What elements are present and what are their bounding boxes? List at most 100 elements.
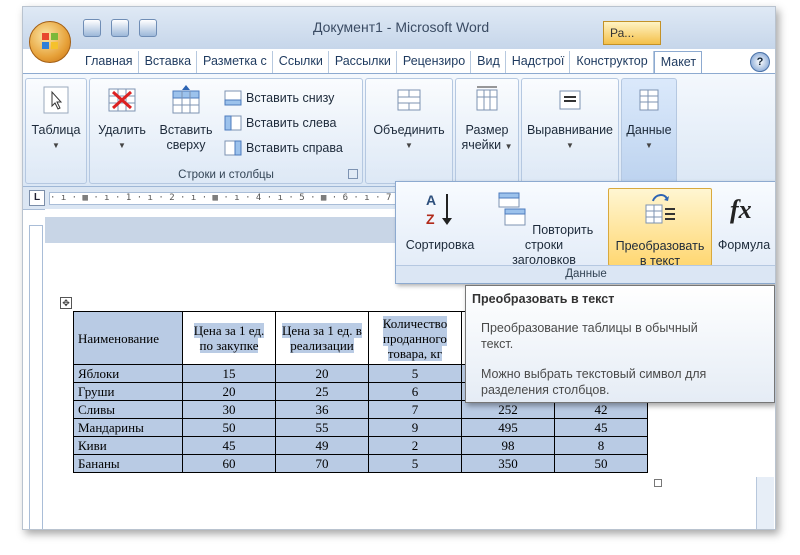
table-cell[interactable]: Груши: [73, 382, 183, 401]
tab-addins[interactable]: Надстрої: [506, 51, 571, 73]
dialog-launcher-icon[interactable]: [348, 169, 358, 179]
tab-insert[interactable]: Вставка: [139, 51, 198, 73]
table-cell[interactable]: 45: [554, 418, 648, 437]
insert-right-button[interactable]: Вставить справа: [224, 139, 343, 157]
merge-label: Объединить: [373, 123, 445, 137]
sort-az-icon: A Z: [426, 192, 452, 227]
tab-layout[interactable]: Макет: [653, 51, 703, 75]
header-text: Количество проданного товара, кг: [382, 315, 448, 361]
office-button[interactable]: [29, 21, 71, 63]
save-icon[interactable]: [83, 19, 101, 37]
tab-mailings[interactable]: Рассылки: [329, 51, 397, 73]
tab-review[interactable]: Рецензиро: [397, 51, 472, 73]
cell-size-button[interactable]: Размер ячейки ▼: [458, 85, 516, 154]
table-cell[interactable]: 252: [461, 400, 555, 419]
tab-view[interactable]: Вид: [471, 51, 506, 73]
table-row: Сливы 30 36 7 252 42: [73, 400, 648, 419]
merge-button[interactable]: Объединить ▼: [368, 85, 450, 153]
table-cell[interactable]: 7: [368, 400, 462, 419]
alignment-group: Выравнивание ▼: [521, 78, 619, 184]
title-bar: Документ1 - Microsoft Word Ра...: [23, 7, 775, 49]
header-cell-purchase-price[interactable]: Цена за 1 ед. по закупке: [182, 311, 276, 365]
table-cell[interactable]: Киви: [73, 436, 183, 455]
insert-left-label: Вставить слева: [246, 116, 337, 130]
table-select-button[interactable]: Таблица ▼: [28, 85, 84, 153]
header-cell-sale-price[interactable]: Цена за 1 ед. в реализации: [275, 311, 369, 365]
formula-fx-icon: fx: [730, 195, 752, 224]
table-cell[interactable]: 350: [461, 454, 555, 473]
header-cell-quantity[interactable]: Количество проданного товара, кг: [368, 311, 462, 365]
help-icon[interactable]: ?: [750, 52, 770, 72]
repeat-header-rows-button[interactable]: Повторить строки заголовков: [484, 190, 604, 268]
chevron-down-icon: ▼: [504, 142, 513, 151]
quick-access-toolbar: [83, 19, 157, 37]
table-cell[interactable]: 45: [182, 436, 276, 455]
table-cell[interactable]: 20: [275, 364, 369, 383]
table-cell[interactable]: Яблоки: [73, 364, 183, 383]
table-cell[interactable]: 50: [182, 418, 276, 437]
cell-size-label-2: ячейки: [461, 138, 502, 152]
ribbon-tabs: Главная Вставка Разметка с Ссылки Рассыл…: [79, 51, 703, 75]
vertical-ruler[interactable]: [29, 225, 43, 529]
sort-button[interactable]: A Z Сортировка: [400, 190, 480, 253]
table-cell[interactable]: 5: [368, 454, 462, 473]
tooltip-line: разделения столбцов.: [481, 383, 610, 397]
redo-icon[interactable]: [139, 19, 157, 37]
cursor-icon: [43, 86, 69, 114]
tab-selector[interactable]: L: [29, 190, 45, 206]
insert-right-label: Вставить справа: [246, 141, 343, 155]
delete-label: Удалить: [98, 123, 146, 137]
tab-home[interactable]: Главная: [79, 51, 139, 73]
table-cell[interactable]: 60: [182, 454, 276, 473]
tab-references[interactable]: Ссылки: [273, 51, 329, 73]
table-cell[interactable]: Мандарины: [73, 418, 183, 437]
table-cell[interactable]: 49: [275, 436, 369, 455]
table-cell[interactable]: 98: [461, 436, 555, 455]
table-move-handle-icon[interactable]: ✥: [60, 297, 72, 309]
table-cell[interactable]: 30: [182, 400, 276, 419]
undo-icon[interactable]: [111, 19, 129, 37]
insert-left-button[interactable]: Вставить слева: [224, 114, 336, 132]
insert-above-icon: [172, 85, 200, 114]
delete-button[interactable]: Удалить ▼: [94, 85, 150, 153]
table-cell[interactable]: 42: [554, 400, 648, 419]
table-cell[interactable]: 15: [182, 364, 276, 383]
header-cell-name[interactable]: Наименование: [73, 311, 183, 365]
delete-table-icon: [108, 88, 136, 112]
table-resize-handle[interactable]: [654, 479, 662, 487]
header-text: Цена за 1 ед. в реализации: [282, 323, 362, 353]
data-button[interactable]: Данные ▼: [624, 85, 674, 153]
table-cell[interactable]: 5: [368, 364, 462, 383]
table-cell[interactable]: 2: [368, 436, 462, 455]
insert-below-button[interactable]: Вставить снизу: [224, 89, 334, 107]
table-cell[interactable]: 495: [461, 418, 555, 437]
formula-button[interactable]: fx Формула: [714, 190, 774, 253]
tooltip-title: Преобразовать в текст: [472, 292, 615, 306]
table-cell[interactable]: 20: [182, 382, 276, 401]
table-cell[interactable]: 50: [554, 454, 648, 473]
vertical-scrollbar[interactable]: [756, 477, 774, 529]
tab-page-layout[interactable]: Разметка с: [197, 51, 273, 73]
convert-to-text-button[interactable]: Преобразовать в текст: [608, 188, 712, 268]
repeat-header-icon: [498, 192, 526, 226]
insert-above-label-2: сверху: [166, 138, 206, 152]
tab-design[interactable]: Конструктор: [570, 51, 654, 73]
table-cell[interactable]: 8: [554, 436, 648, 455]
data-group: Данные ▼: [621, 78, 677, 184]
alignment-label: Выравнивание: [526, 123, 614, 137]
table-cell[interactable]: 25: [275, 382, 369, 401]
convert-to-text-tooltip: Преобразовать в текст Преобразование таб…: [465, 285, 775, 403]
table-cell[interactable]: Сливы: [73, 400, 183, 419]
table-cell[interactable]: 9: [368, 418, 462, 437]
table-cell[interactable]: 6: [368, 382, 462, 401]
chevron-down-icon: ▼: [566, 141, 574, 150]
table-cell[interactable]: 36: [275, 400, 369, 419]
insert-left-icon: [224, 115, 242, 131]
table-cell[interactable]: Бананы: [73, 454, 183, 473]
convert-to-text-icon: [645, 194, 675, 224]
table-cell[interactable]: 70: [275, 454, 369, 473]
alignment-button[interactable]: Выравнивание ▼: [524, 85, 616, 153]
insert-above-button[interactable]: Вставить сверху: [156, 85, 216, 153]
table-cell[interactable]: 55: [275, 418, 369, 437]
ruler-scale[interactable]: · ı · ▦ · ı · 1 · ı · 2 · ı · ▦ · ı · 4 …: [49, 192, 401, 205]
